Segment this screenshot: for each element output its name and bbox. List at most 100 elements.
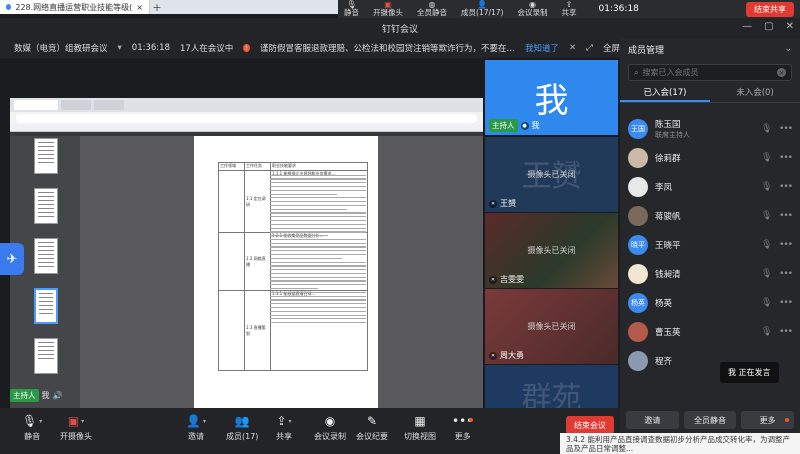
search-icon: ⌕ (634, 67, 639, 77)
more-toolbar-button[interactable]: ••• 更多 (452, 414, 474, 442)
pdf-thumbnail (34, 138, 58, 174)
minutes-toolbar-button[interactable]: ✎ 会议纪要 (356, 414, 388, 442)
mic-icon: ● (520, 121, 529, 130)
tab-joined[interactable]: 已入会(17) (620, 85, 710, 102)
maximize-icon[interactable]: ▢ (764, 21, 773, 32)
info-dropdown-icon[interactable]: ▾ (118, 43, 122, 53)
member-row[interactable]: 王国 陈玉国 联席主持人 🎙 ••• (620, 114, 800, 143)
mic-muted-icon[interactable]: 🎙 (761, 269, 772, 279)
member-name: 陈玉国 (655, 119, 681, 130)
dingtalk-logo-icon[interactable]: ✈ (0, 243, 24, 275)
more-icon[interactable]: ••• (778, 269, 793, 279)
member-row[interactable]: 杨英 杨英 🎙 ••• (620, 288, 800, 317)
clear-icon[interactable]: × (777, 68, 786, 77)
more-icon[interactable]: ••• (778, 240, 793, 250)
new-tab-button[interactable]: + (150, 1, 164, 14)
topbar-mute-all-button[interactable]: ◍ 全员静音 (417, 1, 447, 17)
minutes-icon: ✎ (366, 414, 378, 428)
tab-not-joined[interactable]: 未入会(0) (710, 85, 800, 102)
panel-more-button[interactable]: 更多 (741, 411, 795, 429)
video-tile[interactable]: 摄像头已关闭 ✕ 周大勇 (485, 289, 618, 364)
member-row[interactable]: 钱昶清 🎙 ••• (620, 259, 800, 288)
mic-muted-icon: ✕ (489, 199, 497, 208)
member-name: 徐莉群 (655, 153, 681, 164)
browser-tab-strip: 228.网络直播运营职业技能等级( × + (0, 0, 340, 14)
mic-muted-icon[interactable]: 🎙 (761, 182, 772, 192)
minimize-icon[interactable]: — (742, 21, 752, 32)
more-icon[interactable]: ••• (778, 298, 793, 308)
member-row[interactable]: 徐莉群 🎙 ••• (620, 143, 800, 172)
member-row[interactable]: 蒋骏帆 🎙 ••• (620, 201, 800, 230)
avatar: 晓平 (628, 234, 648, 255)
video-tile[interactable]: 摄像头已关闭 ✕ 吉雯雯 (485, 213, 618, 288)
close-icon[interactable]: × (136, 3, 143, 12)
avatar (628, 321, 648, 342)
doc-header-cell: 职业技能要求 (270, 162, 368, 171)
end-share-button[interactable]: 结束共享 (746, 1, 794, 17)
doc-text-lines (270, 172, 366, 326)
share-toolbar-button[interactable]: ⇪ ▾ 共享 (276, 414, 292, 442)
participant-count: 17人在会议中 (179, 44, 234, 54)
avatar (628, 350, 648, 371)
topbar-camera-label: 开摄像头 (373, 8, 403, 17)
warning-text: 谨防假冒客服退款理赔、公检法和校园贷注销等欺诈行为，不要在“共享屏幕”时… (259, 44, 515, 54)
chevron-down-icon[interactable]: ⌄ (784, 44, 792, 54)
member-search-input[interactable] (642, 68, 773, 77)
browser-tab[interactable]: 228.网络直播运营职业技能等级( × (0, 0, 150, 14)
close-icon[interactable]: ✕ (786, 21, 794, 32)
mute-all-button[interactable]: 全员静音 (683, 411, 737, 429)
members-icon: 👥 (234, 414, 250, 428)
video-tile-self[interactable]: 我 主持人 ● 我 (485, 60, 618, 135)
video-name: 吉雯雯 (500, 275, 524, 284)
camera-button[interactable]: ▣ ▾ 开摄像头 (60, 414, 92, 442)
member-row[interactable]: 曹玉英 🎙 ••• (620, 317, 800, 346)
fullscreen-button[interactable]: 全屏 (603, 42, 620, 54)
topbar-share-button[interactable]: ⇪ 共享 (561, 1, 576, 17)
mic-icon[interactable]: 🎙 (761, 124, 772, 134)
mic-muted-icon[interactable]: 🎙 (761, 298, 772, 308)
invite-toolbar-button[interactable]: 👤 ▾ 邀请 (186, 414, 206, 442)
record-toolbar-button[interactable]: ◉ 会议录制 (314, 414, 346, 442)
member-row[interactable]: 李凤 🎙 ••• (620, 172, 800, 201)
video-tile[interactable]: 王赟 摄像头已关闭 ✕ 王赟 (485, 137, 618, 212)
doc-cell: 1.3 直播策划 (244, 290, 271, 371)
mic-muted-icon[interactable]: 🎙 (761, 327, 772, 337)
video-name: 周大勇 (500, 351, 524, 360)
member-name: 钱昶清 (655, 269, 681, 280)
more-icon[interactable]: ••• (778, 211, 793, 221)
members-label: 成员(17) (226, 432, 259, 441)
shared-tab (14, 100, 58, 110)
member-row[interactable]: 晓平 王晓平 🎙 ••• (620, 230, 800, 259)
end-meeting-button[interactable]: 结束会议 (566, 416, 614, 434)
more-icon[interactable]: ••• (778, 124, 793, 134)
topbar-record-button[interactable]: ◉ 会议录制 (517, 1, 547, 17)
mic-muted-icon[interactable]: 🎙 (761, 153, 772, 163)
video-tile[interactable]: 群苑 ⌄⌄ (485, 365, 618, 408)
invite-button[interactable]: 邀请 (626, 411, 679, 429)
topbar-mute-button[interactable]: 🎙 静音 (344, 1, 359, 17)
mic-muted-icon: ✕ (489, 351, 497, 360)
layout-toolbar-button[interactable]: ▦ 切换视图 (404, 414, 436, 442)
topbar-camera-button[interactable]: ▣ 开摄像头 (373, 1, 403, 17)
member-search[interactable]: ⌕ × (628, 64, 792, 81)
window-controls: — ▢ ✕ (742, 21, 794, 32)
member-role: 联席主持人 (655, 130, 690, 139)
close-warning-icon[interactable]: ✕ (569, 43, 576, 53)
more-icon[interactable]: ••• (778, 182, 793, 192)
avatar (628, 147, 648, 168)
add-user-icon: 👤 ▾ (186, 414, 206, 428)
camera-off-text: 摄像头已关闭 (527, 322, 576, 331)
video-name: 王赟 (500, 199, 516, 208)
members-toolbar-button[interactable]: 👥 成员(17) (226, 414, 258, 442)
camera-off-text: 摄像头已关闭 (527, 170, 576, 179)
topbar-members-button[interactable]: 👤 成员(17/17) (461, 1, 503, 17)
mute-button[interactable]: 🎙 ▾ 静音 (22, 414, 42, 442)
doc-cell (218, 170, 245, 233)
more-icon[interactable]: ••• (778, 153, 793, 163)
camera-off-icon: ▣ ▾ (67, 414, 85, 428)
acknowledge-link[interactable]: 我知道了 (525, 42, 559, 54)
mic-muted-icon[interactable]: 🎙 (761, 240, 772, 250)
more-icon[interactable]: ••• (778, 327, 793, 337)
mic-muted-icon[interactable]: 🎙 (761, 211, 772, 221)
topbar-mute-all-label: 全员静音 (417, 8, 447, 17)
